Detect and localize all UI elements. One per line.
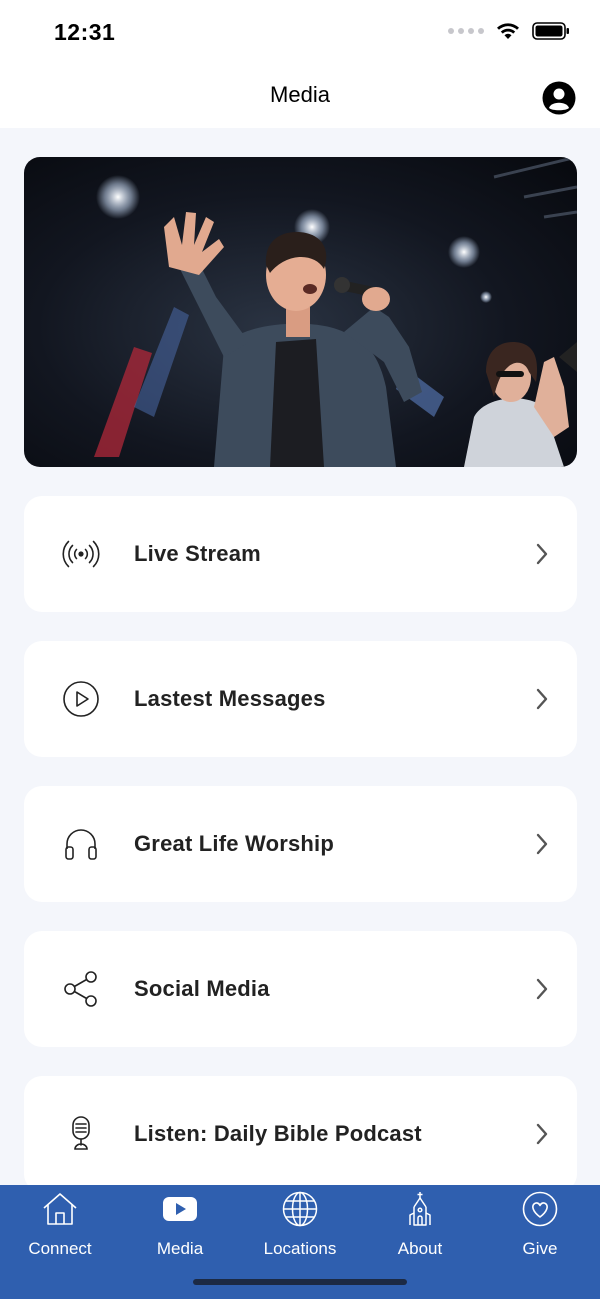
globe-icon (282, 1191, 318, 1227)
tab-media[interactable]: Media (120, 1185, 240, 1265)
tab-locations[interactable]: Locations (240, 1185, 360, 1265)
nav-header: Media (0, 66, 600, 128)
menu-item-label: Lastest Messages (134, 686, 326, 711)
broadcast-icon (62, 535, 100, 573)
wifi-icon (497, 23, 519, 39)
chevron-right-icon (536, 688, 548, 710)
tab-label: Locations (263, 1239, 337, 1258)
chevron-right-icon (536, 978, 548, 1000)
menu-item-worship[interactable]: Great Life Worship (24, 786, 577, 902)
worship-photo (94, 157, 577, 467)
menu-item-live-stream[interactable]: Live Stream (24, 496, 577, 612)
user-circle-icon (542, 81, 576, 115)
status-time: 12:31 (54, 19, 116, 45)
page-title: Media (270, 82, 330, 107)
status-icons (448, 22, 570, 40)
tab-label: Connect (28, 1239, 92, 1258)
menu-item-social-media[interactable]: Social Media (24, 931, 577, 1047)
microphone-icon (62, 1115, 100, 1153)
menu-item-latest-messages[interactable]: Lastest Messages (24, 641, 577, 757)
menu-item-label: Live Stream (134, 541, 261, 566)
chevron-right-icon (536, 1123, 548, 1145)
tab-connect[interactable]: Connect (0, 1185, 120, 1265)
menu-item-label: Great Life Worship (134, 831, 334, 856)
chevron-right-icon (536, 543, 548, 565)
headphones-icon (62, 825, 100, 863)
menu-item-podcast[interactable]: Listen: Daily Bible Podcast (24, 1076, 577, 1192)
home-icon (42, 1191, 78, 1227)
tab-label: About (397, 1239, 443, 1258)
tab-about[interactable]: About (360, 1185, 480, 1265)
chevron-right-icon (536, 833, 548, 855)
signal-icon (448, 28, 484, 34)
menu-item-label: Listen: Daily Bible Podcast (134, 1121, 422, 1146)
home-indicator (193, 1279, 407, 1285)
share-icon (62, 970, 100, 1008)
heart-circle-icon (522, 1191, 558, 1227)
tab-give[interactable]: Give (480, 1185, 600, 1265)
hero-image[interactable] (24, 157, 577, 467)
tab-label: Media (156, 1239, 204, 1258)
play-circle-icon (62, 680, 100, 718)
menu-item-label: Social Media (134, 976, 270, 1001)
church-icon (402, 1191, 438, 1227)
video-play-icon (162, 1191, 198, 1227)
status-bar: 12:31 (0, 0, 600, 66)
battery-icon (532, 22, 569, 40)
tab-label: Give (522, 1239, 558, 1258)
profile-button[interactable] (542, 81, 576, 115)
